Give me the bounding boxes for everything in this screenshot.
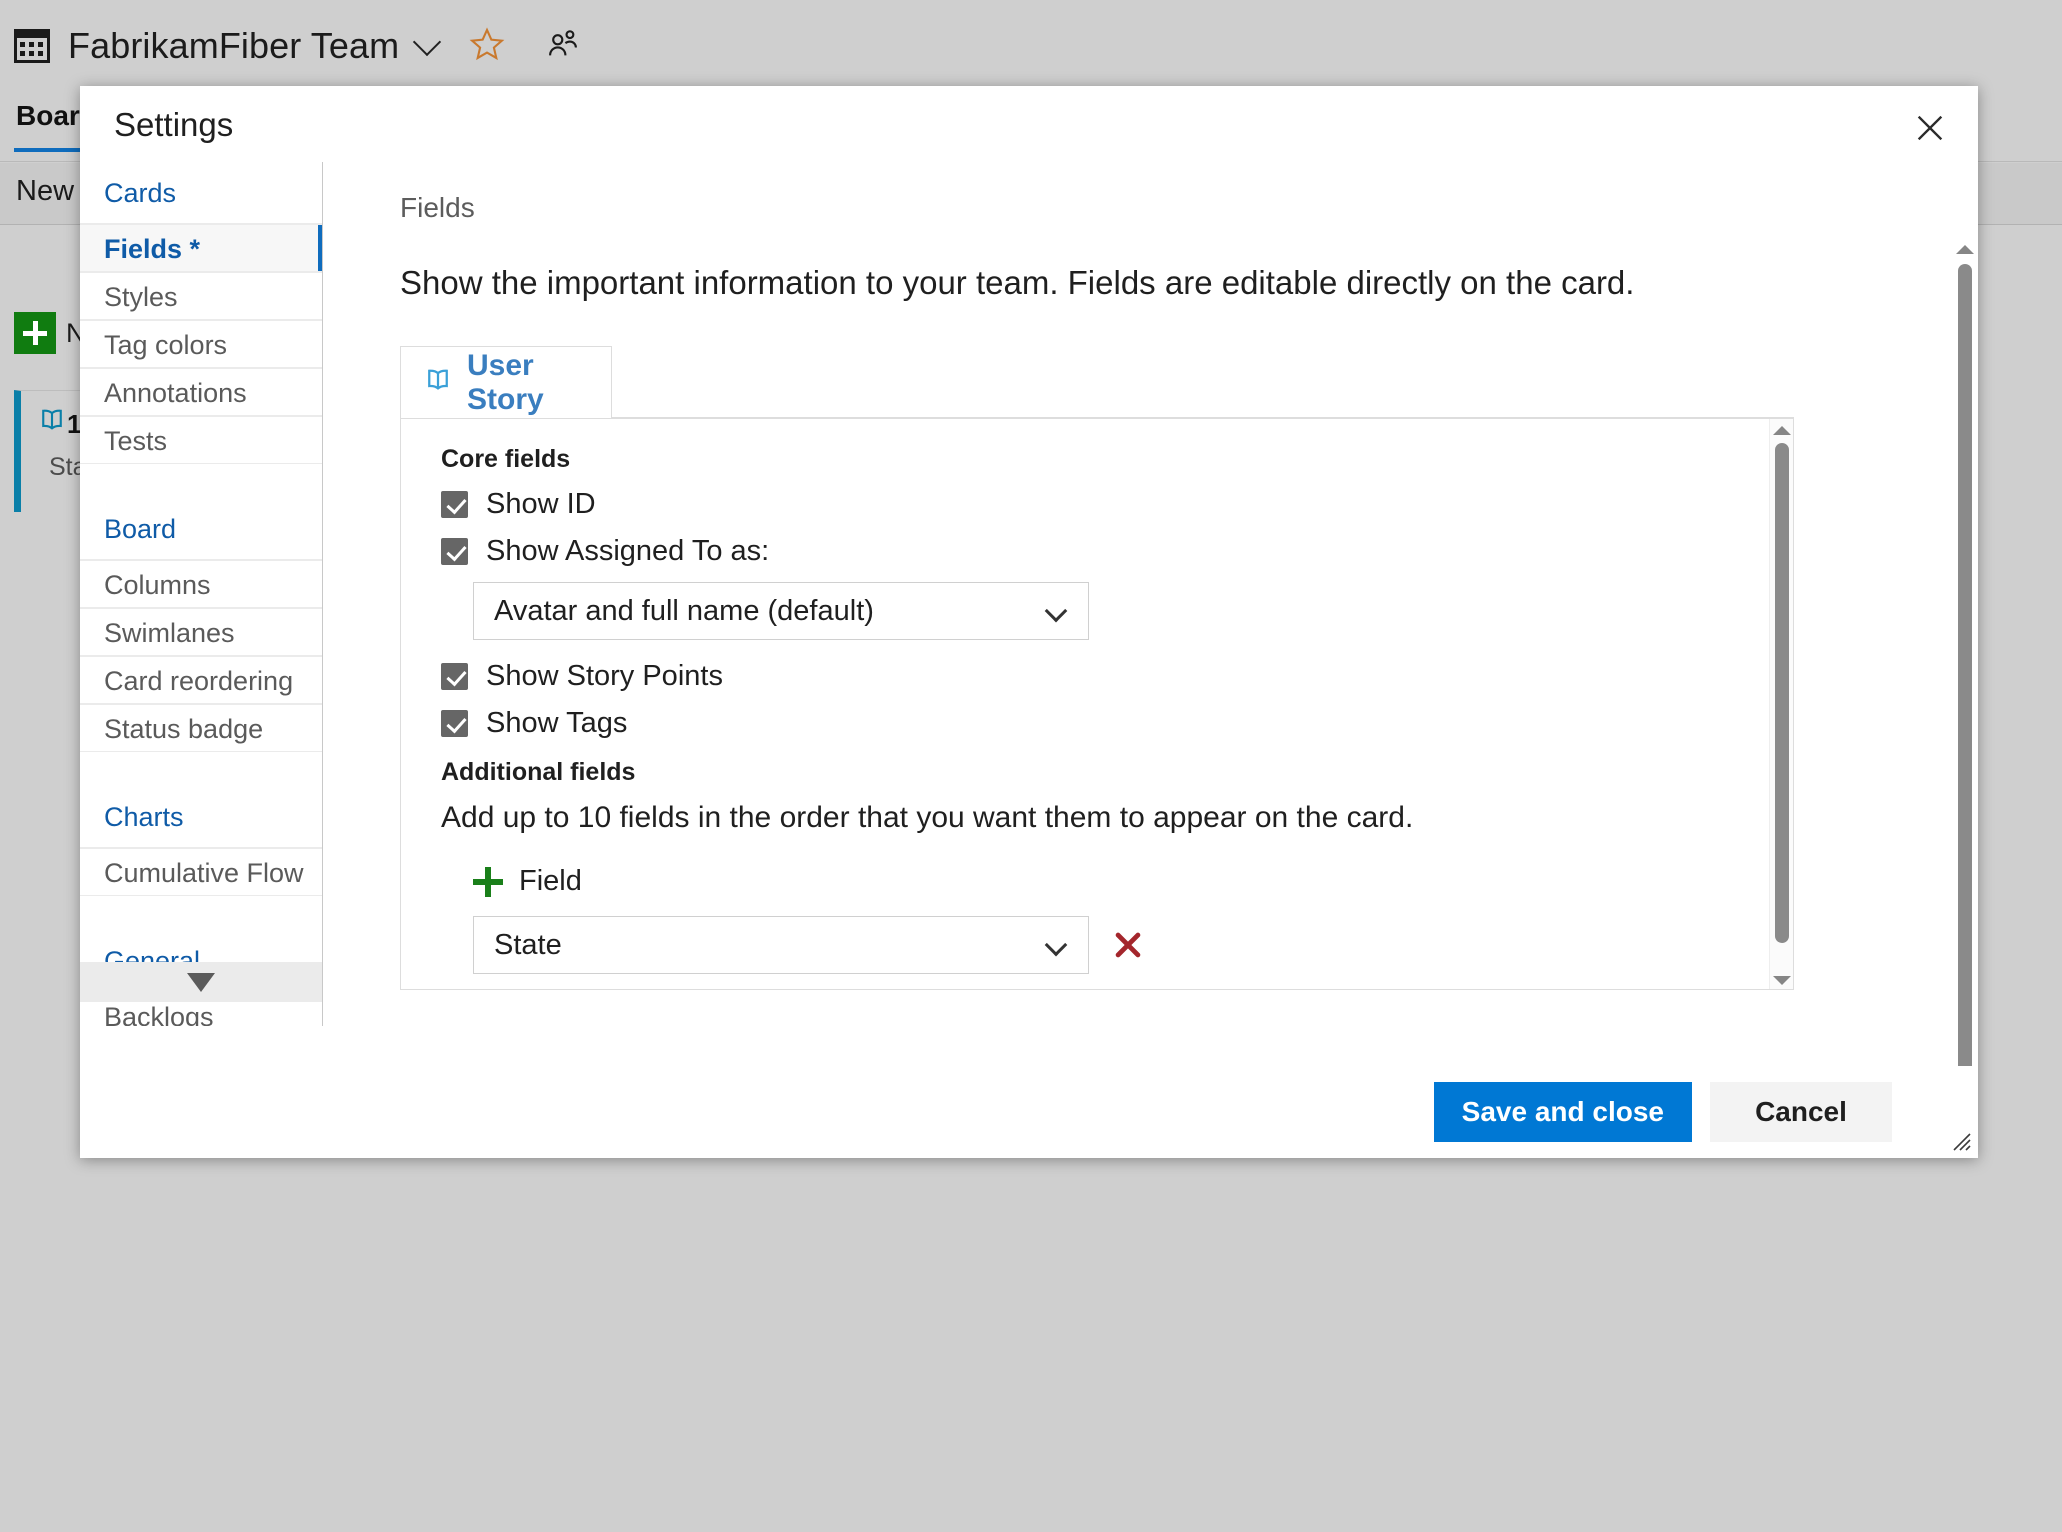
additional-field-value: State xyxy=(494,928,562,961)
show-story-points-label: Show Story Points xyxy=(486,660,723,692)
dialog-scroll-up-button[interactable] xyxy=(1953,238,1977,260)
show-tags-label: Show Tags xyxy=(486,707,628,739)
board-column-title: New xyxy=(16,175,75,207)
book-icon xyxy=(37,407,67,438)
additional-field-row: State xyxy=(473,916,1793,974)
sidebar-item-fields[interactable]: Fields * xyxy=(80,224,322,272)
work-item-type-tabstrip: User Story xyxy=(400,346,1794,418)
section-heading: Fields xyxy=(400,192,475,223)
dialog-body: Cards Fields * Styles Tag colors Annotat… xyxy=(80,162,1978,1142)
sidebar-item-annotations[interactable]: Annotations xyxy=(80,368,322,416)
book-icon xyxy=(423,367,453,398)
cancel-button[interactable]: Cancel xyxy=(1710,1082,1892,1142)
fields-panel-scrollbar[interactable] xyxy=(1769,419,1793,989)
page-title: Settings xyxy=(114,106,234,143)
sidebar-item-tests[interactable]: Tests xyxy=(80,416,322,464)
triangle-up-icon xyxy=(1956,244,1974,254)
assigned-to-display-select[interactable]: Avatar and full name (default) xyxy=(473,582,1089,640)
show-id-checkbox[interactable] xyxy=(441,491,468,518)
show-id-label: Show ID xyxy=(486,488,596,520)
show-assigned-to-checkbox-row[interactable]: Show Assigned To as: xyxy=(441,535,1793,568)
sidebar-group-charts[interactable]: Charts xyxy=(80,786,322,848)
tab-user-story[interactable]: User Story xyxy=(400,346,612,418)
star-icon[interactable] xyxy=(469,26,505,67)
sidebar-item-status-badge[interactable]: Status badge xyxy=(80,704,322,752)
settings-main-pane: Fields Show the important information to… xyxy=(324,162,1934,1066)
resize-grip[interactable] xyxy=(1946,1126,1972,1152)
show-id-checkbox-row[interactable]: Show ID xyxy=(441,488,1793,521)
add-field-label: Field xyxy=(519,865,582,897)
settings-sidebar: Cards Fields * Styles Tag colors Annotat… xyxy=(80,162,323,1026)
dialog-scrollbar-thumb[interactable] xyxy=(1958,264,1972,1102)
sidebar-scroll-down-button[interactable] xyxy=(80,962,322,1002)
sidebar-item-swimlanes[interactable]: Swimlanes xyxy=(80,608,322,656)
top-bar: FabrikamFiber Team xyxy=(0,0,2062,92)
plus-icon xyxy=(14,312,56,354)
sidebar-item-columns[interactable]: Columns xyxy=(80,560,322,608)
triangle-up-icon xyxy=(1773,425,1791,435)
chevron-down-icon xyxy=(1044,599,1068,623)
scrollbar-thumb[interactable] xyxy=(1775,443,1789,943)
close-icon[interactable] xyxy=(1904,102,1956,154)
dialog-header: Settings xyxy=(80,86,1978,162)
fields-panel-content: Core fields Show ID Show Assigned To as:… xyxy=(401,419,1793,989)
sidebar-item-styles[interactable]: Styles xyxy=(80,272,322,320)
dialog-footer: Save and close Cancel xyxy=(80,1066,1978,1158)
sidebar-group-board[interactable]: Board xyxy=(80,498,322,560)
board-grid-icon xyxy=(14,29,50,63)
save-and-close-button[interactable]: Save and close xyxy=(1433,1082,1692,1142)
triangle-down-icon xyxy=(187,972,215,992)
assigned-to-display-value: Avatar and full name (default) xyxy=(494,594,874,627)
show-story-points-checkbox-row[interactable]: Show Story Points xyxy=(441,660,1793,693)
show-tags-checkbox-row[interactable]: Show Tags xyxy=(441,707,1793,740)
additional-field-select[interactable]: State xyxy=(473,916,1089,974)
plus-icon xyxy=(473,866,503,897)
sidebar-item-cumulative-flow[interactable]: Cumulative Flow xyxy=(80,848,322,896)
fields-panel: Core fields Show ID Show Assigned To as:… xyxy=(400,418,1794,990)
team-name: FabrikamFiber Team xyxy=(68,25,400,66)
additional-fields-description: Add up to 10 fields in the order that yo… xyxy=(441,801,1414,834)
delete-x-icon[interactable] xyxy=(1111,928,1145,962)
scroll-up-button[interactable] xyxy=(1770,419,1793,441)
chevron-down-icon[interactable] xyxy=(413,27,442,57)
triangle-down-icon xyxy=(1773,975,1791,985)
sidebar-item-card-reordering[interactable]: Card reordering xyxy=(80,656,322,704)
show-assigned-to-checkbox[interactable] xyxy=(441,538,468,565)
add-field-button[interactable]: Field xyxy=(473,865,653,898)
core-fields-label: Core fields xyxy=(441,445,571,473)
sidebar-item-tag-colors[interactable]: Tag colors xyxy=(80,320,322,368)
sidebar-group-cards[interactable]: Cards xyxy=(80,162,322,224)
chevron-down-icon xyxy=(1044,933,1068,957)
dialog-scrollbar[interactable] xyxy=(1952,238,1978,1142)
tab-user-story-label: User Story xyxy=(467,348,544,416)
section-description: Show the important information to your t… xyxy=(400,264,1635,301)
show-story-points-checkbox[interactable] xyxy=(441,663,468,690)
show-assigned-to-label: Show Assigned To as: xyxy=(486,535,770,567)
scroll-down-button[interactable] xyxy=(1770,969,1793,989)
show-tags-checkbox[interactable] xyxy=(441,710,468,737)
additional-fields-label: Additional fields xyxy=(441,758,636,786)
team-members-icon[interactable] xyxy=(545,27,579,66)
settings-dialog: Settings Cards Fields * Styles Tag color… xyxy=(80,86,1978,1158)
